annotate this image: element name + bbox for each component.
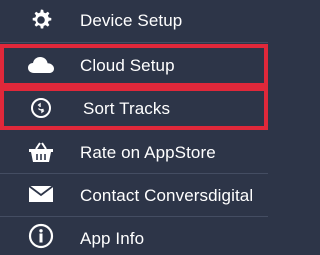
menu-item-label: Sort Tracks <box>83 99 171 118</box>
basket-icon <box>26 137 56 167</box>
gear-icon <box>26 5 56 35</box>
divider <box>0 42 268 43</box>
sort-circle-icon <box>26 93 56 123</box>
menu-item-cloud-setup[interactable]: Cloud Setup <box>0 44 268 87</box>
info-circle-icon <box>26 221 56 251</box>
menu-item-label: Rate on AppStore <box>80 143 216 162</box>
side-menu: Device Setup Cloud Setup Sort Tracks Rat… <box>0 0 268 255</box>
menu-item-label: Cloud Setup <box>80 56 175 75</box>
menu-item-contact[interactable]: Contact Conversdigital <box>0 174 268 216</box>
menu-item-label: Device Setup <box>80 11 183 30</box>
cloud-icon <box>26 50 56 80</box>
menu-item-rate-appstore[interactable]: Rate on AppStore <box>0 131 268 173</box>
menu-item-device-setup[interactable]: Device Setup <box>0 0 268 42</box>
envelope-icon <box>26 179 56 209</box>
menu-item-label: Contact Conversdigital <box>80 186 254 205</box>
menu-item-app-info[interactable]: App Info <box>0 217 268 255</box>
menu-item-sort-tracks[interactable]: Sort Tracks <box>0 87 268 130</box>
menu-item-label: App Info <box>80 229 145 248</box>
